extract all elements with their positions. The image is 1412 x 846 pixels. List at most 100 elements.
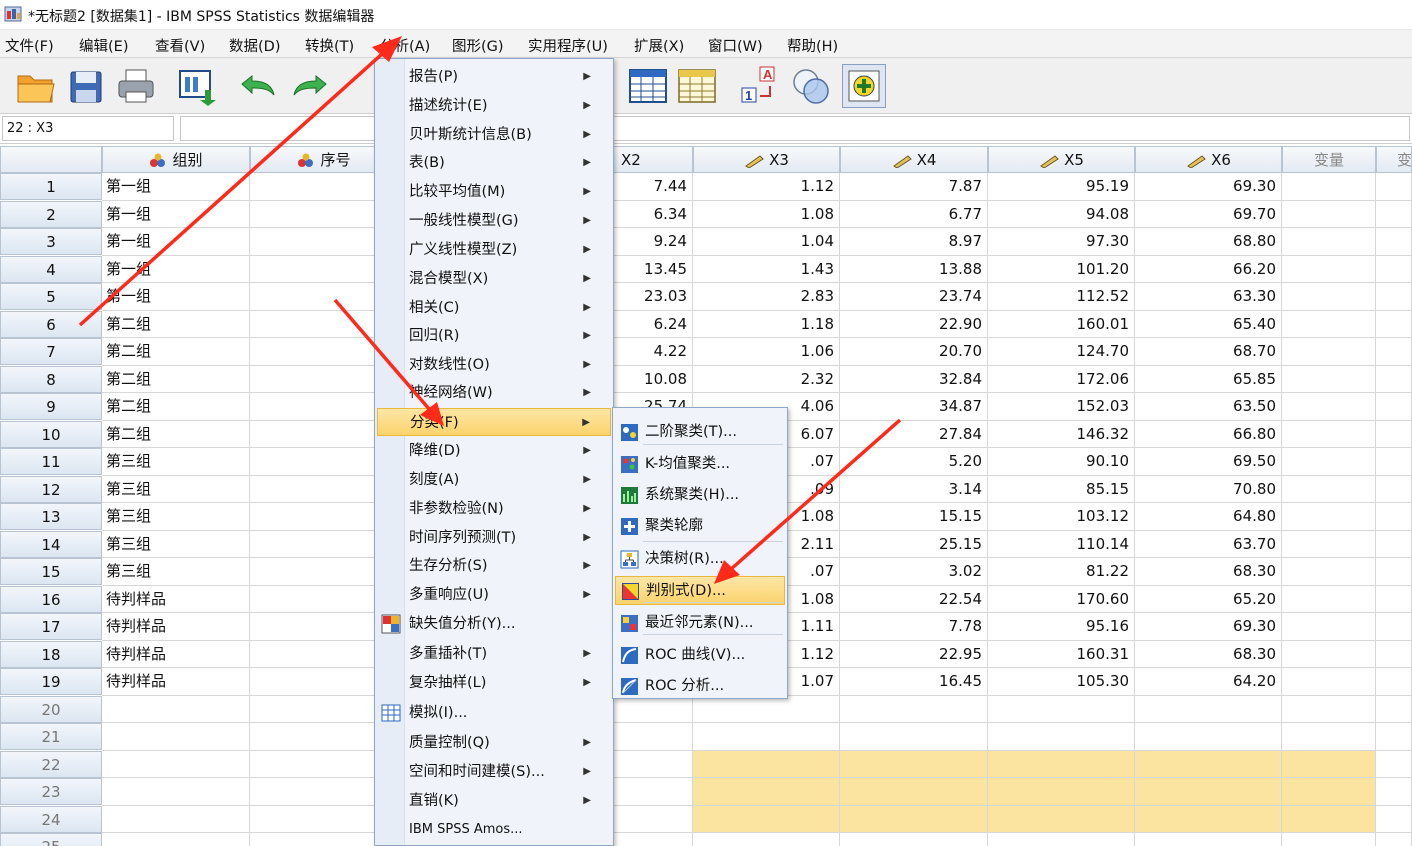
cell-empty[interactable] (1282, 778, 1376, 806)
cell-empty[interactable] (1376, 255, 1412, 283)
menu-utilities[interactable]: 实用程序(U) (528, 35, 608, 56)
cell-x4[interactable]: 5.20 (840, 448, 988, 476)
cell-x6[interactable]: 64.80 (1135, 503, 1282, 531)
select-cases-icon[interactable] (676, 64, 720, 108)
menu-window[interactable]: 窗口(W) (708, 35, 763, 56)
column-header-group[interactable]: 组别 (102, 146, 250, 173)
cell-x6[interactable]: 63.30 (1135, 283, 1282, 311)
undo-icon[interactable] (236, 64, 280, 108)
row-number[interactable]: 12 (0, 475, 102, 503)
cell-x4[interactable] (840, 805, 988, 833)
row-number[interactable]: 22 (0, 750, 102, 778)
cell-x6[interactable]: 66.20 (1135, 255, 1282, 283)
cell-empty[interactable] (1282, 173, 1376, 201)
cell-x6[interactable]: 69.30 (1135, 173, 1282, 201)
cell-x6[interactable]: 69.50 (1135, 448, 1282, 476)
cell-group[interactable] (102, 750, 250, 778)
cell-x4[interactable]: 6.77 (840, 200, 988, 228)
row-number[interactable]: 18 (0, 640, 102, 668)
column-header-x3[interactable]: X3 (693, 146, 840, 173)
cell-x4[interactable]: 23.74 (840, 283, 988, 311)
row-number[interactable]: 16 (0, 585, 102, 613)
analyze-menu-item[interactable]: 混合模型(X) ▶ (377, 265, 611, 293)
cell-empty[interactable] (1376, 420, 1412, 448)
analyze-menu-item[interactable]: 神经网络(W) ▶ (377, 379, 611, 407)
cell-group[interactable]: 第三组 (102, 503, 250, 531)
classify-menu-item[interactable]: 二阶聚类(T)... (615, 418, 785, 447)
corner-cell[interactable] (0, 146, 102, 173)
cell-empty[interactable] (1376, 558, 1412, 586)
cell-x4[interactable]: 22.95 (840, 640, 988, 668)
cell-x6[interactable]: 63.50 (1135, 393, 1282, 421)
cell-group[interactable]: 待判样品 (102, 613, 250, 641)
cell-x4[interactable]: 27.84 (840, 420, 988, 448)
cell-x5[interactable] (988, 805, 1135, 833)
cell-empty[interactable] (1282, 475, 1376, 503)
cell-x5[interactable]: 172.06 (988, 365, 1135, 393)
cell-empty[interactable] (1282, 365, 1376, 393)
cell-empty[interactable] (1282, 200, 1376, 228)
cell-group[interactable]: 待判样品 (102, 640, 250, 668)
analyze-menu-item[interactable]: 直销(K) ▶ (377, 787, 611, 815)
cell-x5[interactable] (988, 695, 1135, 723)
cell-x3[interactable] (693, 805, 840, 833)
cell-x4[interactable]: 7.78 (840, 613, 988, 641)
row-number[interactable]: 11 (0, 448, 102, 475)
cell-x4[interactable] (840, 833, 988, 846)
cell-x5[interactable] (988, 778, 1135, 806)
cell-x4[interactable]: 32.84 (840, 365, 988, 393)
cell-empty[interactable] (1376, 393, 1412, 421)
cell-x3[interactable] (693, 833, 840, 846)
row-number[interactable]: 1 (0, 173, 102, 200)
redo-icon[interactable] (288, 64, 332, 108)
cell-x3[interactable] (693, 750, 840, 778)
row-number[interactable]: 9 (0, 393, 102, 420)
cell-empty[interactable] (1376, 338, 1412, 366)
cell-x3[interactable] (693, 723, 840, 751)
cell-empty[interactable] (1282, 503, 1376, 531)
menu-view[interactable]: 查看(V) (155, 35, 205, 56)
row-number[interactable]: 8 (0, 365, 102, 393)
analyze-menu-item[interactable]: 模拟(I)... (377, 699, 611, 727)
menu-transform[interactable]: 转换(T) (305, 35, 354, 56)
cell-x6[interactable]: 65.85 (1135, 365, 1282, 393)
cell-empty[interactable] (1282, 228, 1376, 256)
cell-empty[interactable] (1376, 283, 1412, 311)
cell-x6[interactable]: 68.80 (1135, 228, 1282, 256)
cell-x4[interactable]: 22.54 (840, 585, 988, 613)
menu-extensions[interactable]: 扩展(X) (634, 35, 684, 56)
cell-empty[interactable] (1282, 585, 1376, 613)
cell-x6[interactable]: 69.30 (1135, 613, 1282, 641)
cell-x3[interactable]: 1.12 (693, 173, 840, 201)
cell-empty[interactable] (1282, 805, 1376, 833)
cell-x5[interactable]: 160.31 (988, 640, 1135, 668)
row-number[interactable]: 2 (0, 200, 102, 228)
cell-x5[interactable]: 97.30 (988, 228, 1135, 256)
classify-menu-item[interactable]: K-均值聚类... (615, 450, 785, 479)
row-number[interactable]: 24 (0, 805, 102, 833)
cell-empty[interactable] (1282, 255, 1376, 283)
cell-x5[interactable]: 110.14 (988, 530, 1135, 558)
cell-x5[interactable]: 170.60 (988, 585, 1135, 613)
cell-x6[interactable]: 68.70 (1135, 338, 1282, 366)
cell-group[interactable]: 第一组 (102, 228, 250, 256)
cell-x6[interactable] (1135, 723, 1282, 751)
row-number[interactable]: 17 (0, 613, 102, 640)
classify-menu-item[interactable]: 系统聚类(H)... (615, 481, 785, 510)
value-labels-icon[interactable]: A1 (738, 64, 782, 108)
cell-x6[interactable] (1135, 695, 1282, 723)
cell-empty[interactable] (1282, 750, 1376, 778)
cell-empty[interactable] (1376, 173, 1412, 201)
cell-x6[interactable]: 65.40 (1135, 310, 1282, 338)
cell-empty[interactable] (1282, 558, 1376, 586)
cell-group[interactable] (102, 723, 250, 751)
cell-empty[interactable] (1376, 530, 1412, 558)
cell-empty[interactable] (1282, 420, 1376, 448)
analyze-menu-item[interactable]: 描述统计(E) ▶ (377, 92, 611, 120)
cell-group[interactable] (102, 778, 250, 806)
menu-data[interactable]: 数据(D) (229, 35, 280, 56)
column-header-empty-var[interactable]: 变量 (1282, 146, 1376, 173)
row-number[interactable]: 4 (0, 255, 102, 283)
cell-x6[interactable]: 64.20 (1135, 668, 1282, 696)
cell-x6[interactable]: 65.20 (1135, 585, 1282, 613)
